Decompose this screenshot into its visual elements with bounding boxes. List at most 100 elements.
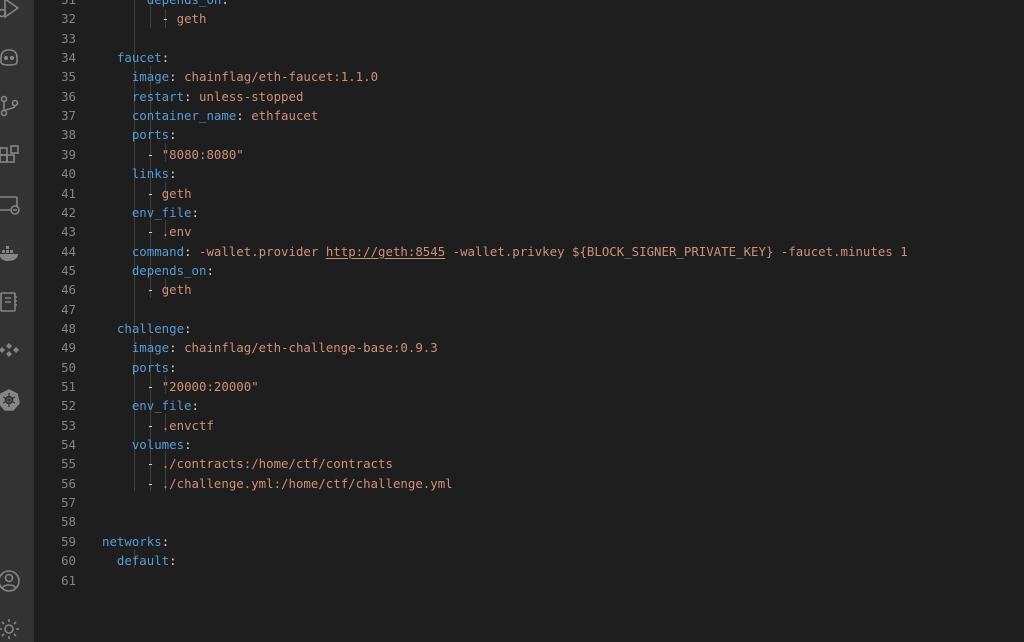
code-line[interactable]: 36 restart: unless-stopped	[34, 87, 1024, 106]
code-line[interactable]: 59 networks:	[34, 532, 1024, 551]
code-line[interactable]: 48 challenge:	[34, 319, 1024, 338]
diamonds-icon[interactable]	[0, 336, 24, 366]
code-line[interactable]: 49 image: chainflag/eth-challenge-base:0…	[34, 338, 1024, 357]
settings-gear-icon[interactable]	[0, 614, 24, 642]
code-token: -	[102, 475, 162, 491]
code-line[interactable]: 32 - geth	[34, 9, 1024, 28]
notebook-icon[interactable]	[0, 287, 24, 317]
code-line[interactable]: 46 - geth	[34, 280, 1024, 299]
code-token: command	[131, 243, 185, 259]
line-number: 36	[61, 88, 76, 104]
code-line[interactable]: 38 ports:	[34, 125, 1024, 144]
code-line[interactable]: 53 - .envctf	[34, 416, 1024, 435]
code-line[interactable]: 39 - "8080:8080"	[34, 145, 1024, 164]
code-line[interactable]: 55 - ./contracts:/home/ctf/contracts	[34, 454, 1024, 473]
extensions-icon[interactable]	[0, 141, 24, 171]
line-content: container_name: ethfaucet	[102, 106, 319, 125]
code-token: -	[102, 456, 162, 472]
remote-explorer-icon[interactable]	[0, 190, 24, 220]
code-token: :	[206, 262, 214, 278]
line-content: restart: unless-stopped	[102, 87, 304, 106]
code-line[interactable]: 61	[34, 571, 1024, 590]
code-line[interactable]: 37 container_name: ethfaucet	[34, 106, 1024, 125]
code-token: :	[169, 359, 177, 375]
code-line[interactable]: 33	[34, 29, 1024, 48]
code-line[interactable]: 58	[34, 512, 1024, 531]
code-line[interactable]: 52 env_file:	[34, 396, 1024, 415]
line-number: 58	[61, 514, 76, 530]
code-token: container_name	[131, 108, 237, 124]
line-content: ports:	[102, 358, 177, 377]
code-line[interactable]: 50 ports:	[34, 358, 1024, 377]
code-line[interactable]: 42 env_file:	[34, 203, 1024, 222]
code-token: :	[221, 0, 228, 7]
account-icon[interactable]	[0, 566, 24, 596]
line-number: 49	[61, 340, 76, 356]
line-content: command: -wallet.provider http://geth:85…	[102, 242, 908, 261]
line-content: env_file:	[102, 396, 199, 415]
code-token: .envctf	[161, 417, 214, 433]
url-link[interactable]: http://geth:8545	[326, 244, 445, 259]
vscode-window: 31 depends_on:32 - geth3334 faucet:35 im…	[0, 0, 1024, 642]
code-token: geth	[176, 11, 207, 27]
run-debug-icon[interactable]	[0, 0, 24, 23]
code-token: :	[184, 437, 192, 453]
code-line[interactable]: 41 - geth	[34, 184, 1024, 203]
code-token: :	[184, 320, 192, 336]
code-line[interactable]: 44 command: -wallet.provider http://geth…	[34, 242, 1024, 261]
kubernetes-icon[interactable]	[0, 385, 24, 415]
line-content: - "20000:20000"	[102, 377, 259, 396]
code-token: :	[184, 88, 199, 104]
line-content: volumes:	[102, 435, 192, 454]
code-line[interactable]: 57	[34, 493, 1024, 512]
line-number: 61	[61, 572, 76, 588]
docker-icon[interactable]	[0, 238, 24, 268]
code-editor[interactable]: 31 depends_on:32 - geth3334 faucet:35 im…	[34, 0, 1024, 642]
code-token: links	[131, 166, 170, 182]
line-content: challenge:	[102, 319, 192, 338]
code-token: :	[161, 533, 170, 549]
line-number: 51	[61, 379, 76, 394]
code-token: image	[131, 340, 170, 356]
line-content: ports:	[102, 125, 177, 144]
line-number: 35	[61, 69, 76, 85]
activity-bar	[0, 0, 34, 642]
copilot-icon[interactable]	[0, 42, 24, 72]
code-token: env_file	[131, 204, 192, 220]
code-line[interactable]: 56 - ./challenge.yml:/home/ctf/challenge…	[34, 474, 1024, 493]
code-token: :	[191, 204, 199, 220]
code-token: :	[169, 166, 177, 182]
code-token: chainflag/eth-challenge-base:0.9.3	[184, 340, 438, 356]
code-line[interactable]: 54 volumes:	[34, 435, 1024, 454]
source-control-icon[interactable]	[0, 91, 24, 121]
line-content: env_file:	[102, 203, 199, 222]
code-token: :	[184, 243, 199, 259]
code-line[interactable]: 35 image: chainflag/eth-faucet:1.1.0	[34, 67, 1024, 86]
code-line[interactable]: 40 links:	[34, 164, 1024, 183]
code-token: ./contracts:/home/ctf/contracts	[161, 456, 393, 472]
line-number: 56	[61, 475, 76, 491]
line-content: - .env	[102, 222, 192, 241]
code-line[interactable]: 31 depends_on:	[34, 0, 1024, 9]
code-line[interactable]: 47	[34, 300, 1024, 319]
code-line[interactable]: 60 default:	[34, 551, 1024, 570]
code-line[interactable]: 34 faucet:	[34, 48, 1024, 67]
code-token: -	[102, 11, 177, 27]
line-number: 47	[61, 301, 76, 317]
line-content: - geth	[102, 9, 207, 28]
code-line[interactable]: 45 depends_on:	[34, 261, 1024, 280]
line-number: 32	[61, 11, 76, 27]
code-token: unless-stopped	[198, 88, 304, 104]
code-line[interactable]: 43 - .env	[34, 222, 1024, 241]
code-line[interactable]: 51 - "20000:20000"	[34, 377, 1024, 396]
